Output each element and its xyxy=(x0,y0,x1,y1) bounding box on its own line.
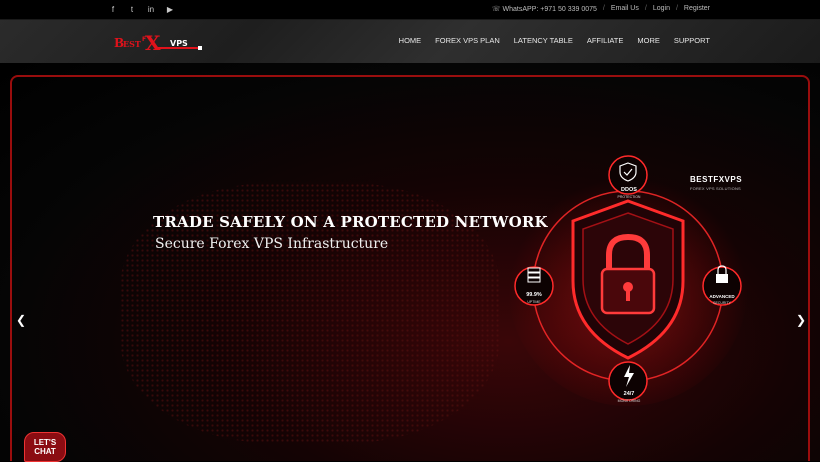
nav-forex-vps-plan[interactable]: FOREX VPS PLAN xyxy=(435,36,500,45)
top-contact-links: ☏ WhatsAPP: +971 50 339 0075 / Email Us … xyxy=(492,5,710,13)
slider-prev-icon[interactable]: ❮ xyxy=(16,313,26,327)
nav-latency-table[interactable]: LATENCY TABLE xyxy=(514,36,573,45)
facebook-icon[interactable]: f xyxy=(108,4,118,15)
site-logo[interactable]: B EST F X VPS xyxy=(114,32,204,52)
svg-text:VPS: VPS xyxy=(170,39,188,48)
nav-affiliate[interactable]: AFFILIATE xyxy=(587,36,624,45)
monitoring-badge-sub: MONITORING xyxy=(617,399,641,403)
hero-headline: TRADE SAFELY ON A PROTECTED NETWORK xyxy=(153,213,548,231)
divider: / xyxy=(644,5,647,12)
chat-line-1: LET'S xyxy=(33,438,57,447)
divider: / xyxy=(675,5,678,12)
nav-home[interactable]: HOME xyxy=(399,36,422,45)
whatsapp-link[interactable]: ☏ WhatsAPP: +971 50 339 0075 xyxy=(492,5,597,13)
email-us-link[interactable]: Email Us xyxy=(611,5,639,13)
security-badge-title: ADVANCED xyxy=(709,294,735,299)
register-link[interactable]: Register xyxy=(684,5,710,13)
main-nav: HOME FOREX VPS PLAN LATENCY TABLE AFFILI… xyxy=(399,36,710,45)
uptime-badge-title: 99.9% xyxy=(526,292,542,298)
hero-brand: BESTFXVPS FOREX VPS SOLUTIONS xyxy=(690,175,742,191)
divider: / xyxy=(602,5,605,12)
ddos-badge-title: DDOS xyxy=(621,187,637,193)
nav-more[interactable]: MORE xyxy=(637,36,660,45)
twitter-icon[interactable]: t xyxy=(127,4,137,15)
linkedin-icon[interactable]: in xyxy=(146,4,156,15)
svg-text:EST: EST xyxy=(123,39,141,49)
hero-subline: Secure Forex VPS Infrastructure xyxy=(155,236,389,252)
security-badge-sub: SECURITY xyxy=(713,301,731,305)
top-bar: f t in ▶ ☏ WhatsAPP: +971 50 339 0075 / … xyxy=(0,0,820,20)
whatsapp-text: WhatsAPP: +971 50 339 0075 xyxy=(502,6,597,13)
slider-next-icon[interactable]: ❯ xyxy=(796,313,806,327)
ddos-badge-sub: PROTECTION xyxy=(617,195,641,199)
hero-brand-tagline: FOREX VPS SOLUTIONS xyxy=(690,186,741,191)
lets-chat-button[interactable]: LET'S CHAT xyxy=(24,432,66,462)
main-header: B EST F X VPS HOME FOREX VPS PLAN LATENC… xyxy=(0,20,820,63)
hero-brand-name: BESTFXVPS xyxy=(690,175,743,184)
uptime-badge-sub: UPTIME xyxy=(527,300,541,304)
chat-line-2: CHAT xyxy=(34,447,56,456)
logo-graphic: B EST F X VPS xyxy=(114,32,202,52)
login-link[interactable]: Login xyxy=(653,5,670,13)
phone-icon: ☏ xyxy=(491,6,501,13)
nav-support[interactable]: SUPPORT xyxy=(674,36,710,45)
social-links: f t in ▶ xyxy=(108,4,175,15)
hero-slider: TRADE SAFELY ON A PROTECTED NETWORK Secu… xyxy=(0,63,820,462)
youtube-icon[interactable]: ▶ xyxy=(165,4,175,15)
monitoring-badge-title: 24/7 xyxy=(623,391,635,397)
